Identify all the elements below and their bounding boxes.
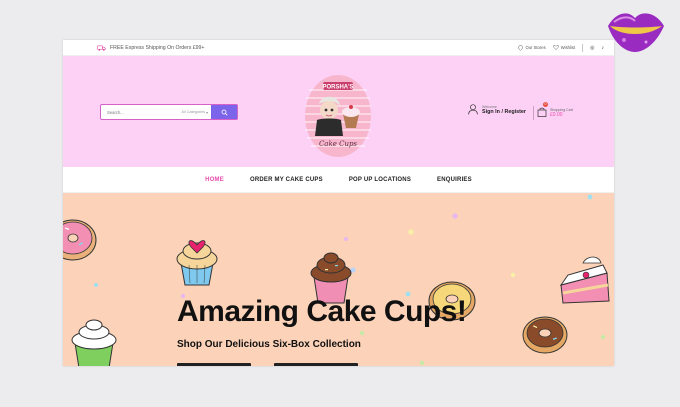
- our-stores-link[interactable]: Our Stores: [518, 44, 546, 51]
- logo-bottom-text: Cake Cups: [319, 140, 357, 148]
- topbar-divider: [582, 43, 584, 52]
- heart-icon: [552, 45, 559, 50]
- our-stores-label: Our Stores: [525, 45, 546, 50]
- heart-cupcake-illustration: [176, 240, 218, 286]
- hero-subtitle: Shop Our Delicious Six-Box Collection: [177, 339, 361, 350]
- site-logo[interactable]: PORSHA'S Cake Cups: [303, 72, 373, 158]
- top-bar: FREE Express Shipping On Orders £99+ Our…: [63, 40, 614, 56]
- sign-in-register-link[interactable]: Sign In / Register: [482, 109, 526, 115]
- location-pin-icon: [518, 44, 524, 51]
- cake-slice-illustration: [559, 256, 610, 304]
- search-button[interactable]: [211, 105, 237, 119]
- chocolate-donut-illustration: [522, 316, 568, 354]
- search-bar: All Categories ▾: [100, 104, 238, 120]
- search-input[interactable]: [101, 105, 179, 119]
- cart-link[interactable]: 0 Shopping Cart £0.00: [537, 102, 573, 122]
- shopping-bag-icon: [537, 107, 547, 117]
- nav-item-home[interactable]: HOME: [205, 177, 224, 183]
- nav-item-order-my-cake-cups[interactable]: ORDER MY CAKE CUPS: [250, 177, 323, 183]
- cart-count-badge: 0: [543, 102, 548, 107]
- website-frame: FREE Express Shipping On Orders £99+ Our…: [63, 40, 614, 366]
- shipping-text: FREE Express Shipping On Orders £99+: [110, 44, 205, 51]
- hero-banner: Amazing Cake Cups! Shop Our Delicious Si…: [63, 193, 614, 366]
- delivery-truck-icon: [97, 45, 106, 51]
- green-cupcake-illustration: [71, 319, 117, 366]
- hero-title: Amazing Cake Cups!: [177, 295, 467, 328]
- search-icon: [221, 109, 228, 116]
- category-select[interactable]: All Categories ▾: [178, 110, 211, 115]
- cart-icon-wrap: 0: [537, 102, 548, 122]
- shipping-notice: FREE Express Shipping On Orders £99+: [97, 45, 204, 51]
- secondary-cta-button[interactable]: [274, 363, 358, 366]
- wishlist-link[interactable]: Wishlist: [552, 45, 576, 50]
- tiktok-icon[interactable]: ♪: [602, 45, 605, 51]
- main-navigation: HOME ORDER MY CAKE CUPS POP UP LOCATIONS…: [63, 167, 614, 193]
- instagram-icon[interactable]: ◎: [590, 45, 594, 51]
- wishlist-label: Wishlist: [560, 45, 576, 50]
- site-header: All Categories ▾: [63, 56, 614, 167]
- user-icon: [468, 104, 478, 115]
- nav-item-pop-up-locations[interactable]: POP UP LOCATIONS: [349, 177, 411, 183]
- shop-now-button[interactable]: [177, 363, 251, 366]
- cart-price: £0.00: [550, 112, 563, 118]
- pink-donut-illustration: [63, 219, 97, 261]
- nav-item-enquiries[interactable]: ENQUIRIES: [437, 177, 472, 183]
- logo-top-text: PORSHA'S: [322, 85, 353, 91]
- header-divider: [533, 106, 534, 120]
- category-label: All Categories: [181, 110, 206, 114]
- account-link[interactable]: Welcome Sign In / Register: [468, 104, 526, 115]
- chevron-down-icon: ▾: [206, 110, 208, 115]
